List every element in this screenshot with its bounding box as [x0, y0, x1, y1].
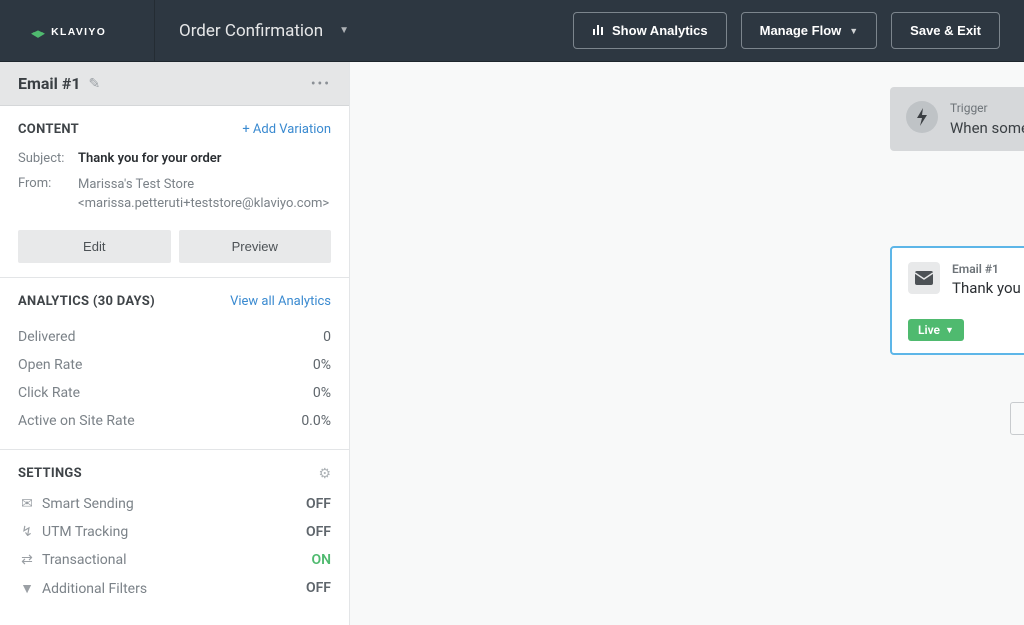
gear-icon[interactable]: ⚙ [318, 466, 331, 482]
svg-text:KLAVIYO: KLAVIYO [51, 27, 106, 38]
settings-row: ↯ UTM Tracking OFF [18, 518, 331, 546]
trigger-node[interactable]: Trigger When someone Placed Order. [890, 87, 1024, 151]
email-icon [908, 262, 940, 294]
settings-value: OFF [306, 496, 331, 512]
edit-button[interactable]: Edit [18, 230, 171, 263]
settings-label: Additional Filters [42, 581, 147, 597]
utm-tracking-icon: ↯ [18, 524, 36, 540]
from-label: From: [18, 176, 78, 214]
bar-chart-icon [592, 23, 604, 38]
exit-node: EXIT [1010, 402, 1024, 435]
analytics-label: Open Rate [18, 357, 82, 373]
status-badge[interactable]: Live ▼ [908, 319, 964, 341]
smart-sending-icon: ✉ [18, 496, 36, 512]
analytics-row: Click Rate 0% [18, 379, 331, 407]
analytics-value: 0.0% [301, 413, 331, 429]
email-node-subject: Thank you for your order [952, 279, 1024, 297]
settings-value: OFF [306, 580, 331, 597]
analytics-label: Active on Site Rate [18, 413, 135, 429]
lightning-icon [906, 101, 938, 133]
analytics-row: Open Rate 0% [18, 351, 331, 379]
subject-label: Subject: [18, 151, 78, 166]
trigger-label: Trigger [950, 101, 1024, 115]
add-variation-link[interactable]: + Add Variation [242, 122, 331, 137]
pencil-icon[interactable]: ✎ [89, 76, 101, 92]
manage-flow-button[interactable]: Manage Flow ▼ [741, 12, 878, 49]
flow-title: Order Confirmation [179, 21, 323, 41]
filters-icon: ▼ [18, 580, 36, 597]
email-node-label: Email #1 [952, 262, 1024, 276]
analytics-value: 0% [313, 385, 331, 401]
subject-value: Thank you for your order [78, 151, 331, 166]
analytics-label: Delivered [18, 329, 75, 345]
settings-label: Smart Sending [42, 496, 134, 512]
settings-heading: SETTINGS [18, 466, 82, 481]
analytics-label: Click Rate [18, 385, 80, 401]
analytics-heading: ANALYTICS (30 DAYS) [18, 294, 155, 309]
sidebar-more-menu[interactable]: ••• [311, 76, 331, 92]
settings-row: ✉ Smart Sending OFF [18, 490, 331, 518]
analytics-value: 0 [323, 329, 331, 345]
transactional-icon: ⇄ [18, 552, 36, 568]
settings-value: OFF [306, 524, 331, 540]
klaviyo-logo[interactable]: KLAVIYO [0, 0, 155, 61]
settings-label: UTM Tracking [42, 524, 128, 540]
from-value: Marissa's Test Store <marissa.petteruti+… [78, 176, 331, 214]
flow-title-dropdown[interactable]: Order Confirmation ▼ [155, 21, 349, 41]
settings-row: ⇄ Transactional ON [18, 546, 331, 574]
show-analytics-button[interactable]: Show Analytics [573, 12, 727, 49]
view-all-analytics-link[interactable]: View all Analytics [230, 294, 331, 309]
analytics-row: Delivered 0 [18, 323, 331, 351]
sidebar-title: Email #1 [18, 74, 81, 93]
content-heading: CONTENT [18, 122, 79, 137]
preview-button[interactable]: Preview [179, 230, 332, 263]
analytics-value: 0% [313, 357, 331, 373]
chevron-down-icon: ▼ [339, 25, 349, 36]
email-node[interactable]: ••• Email #1 Thank you for your order Li… [890, 246, 1024, 355]
chevron-down-icon: ▼ [945, 325, 954, 336]
settings-label: Transactional [42, 552, 127, 568]
settings-row: ▼ Additional Filters OFF [18, 574, 331, 603]
save-exit-button[interactable]: Save & Exit [891, 12, 1000, 49]
analytics-row: Active on Site Rate 0.0% [18, 407, 331, 435]
settings-value: ON [311, 552, 331, 568]
trigger-description: When someone Placed Order. [950, 119, 1024, 137]
chevron-down-icon: ▼ [849, 26, 858, 36]
